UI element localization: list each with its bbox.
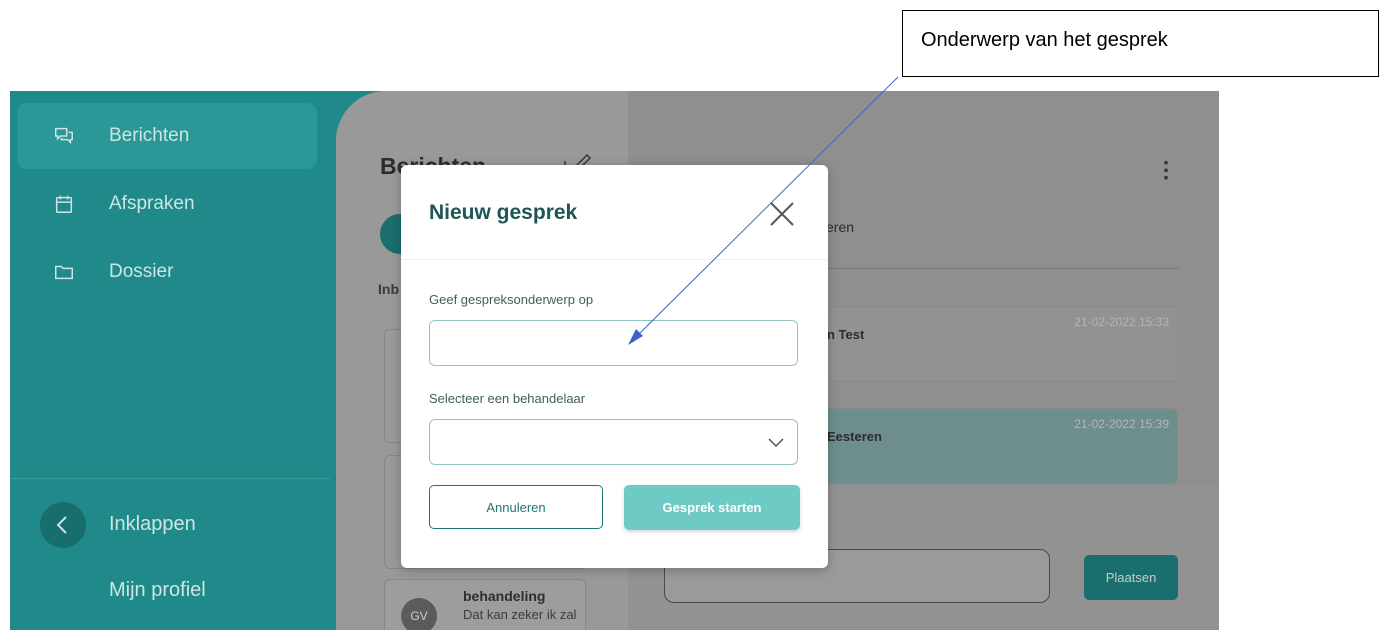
sidebar-divider [10, 478, 330, 479]
message-time: 21-02-2022 15:33 [1074, 315, 1169, 329]
practitioner-label: Selecteer een behandelaar [429, 391, 586, 406]
list-item-title: behandeling [463, 588, 546, 604]
collapse-button[interactable] [40, 502, 86, 548]
subject-input[interactable] [430, 321, 797, 365]
practitioner-select[interactable] [429, 419, 798, 465]
list-item-snippet: Dat kan zeker ik zal [463, 607, 577, 622]
annotation-callout: Onderwerp van het gesprek [902, 10, 1379, 77]
subject-label: Geef gespreksonderwerp op [429, 292, 594, 307]
divider [401, 259, 828, 260]
post-button[interactable]: Plaatsen [1084, 555, 1178, 600]
avatar: GV [401, 598, 437, 630]
chevron-down-icon [768, 438, 784, 448]
sidebar-item-label: Dossier [109, 261, 174, 282]
chevron-left-icon [56, 516, 67, 534]
annotation-text: Onderwerp van het gesprek [921, 29, 1168, 51]
inbox-label: Inb [378, 281, 399, 297]
sidebar-item-afspraken[interactable]: Afspraken [17, 171, 317, 237]
collapse-label[interactable]: Inklappen [109, 513, 196, 536]
cancel-button[interactable]: Annuleren [429, 485, 603, 529]
calendar-icon [55, 195, 73, 213]
more-options-icon[interactable]: ⋮ [1155, 159, 1177, 181]
conversation-header: eren [826, 219, 855, 235]
new-conversation-dialog: Nieuw gesprek Geef gespreksonderwerp op … [401, 165, 828, 568]
subject-field[interactable] [429, 320, 798, 366]
sidebar-item-dossier[interactable]: Dossier [17, 239, 317, 305]
folder-icon [55, 265, 73, 280]
message-sender: n Test [827, 327, 865, 342]
sidebar-item-label: Berichten [109, 125, 190, 146]
chat-bubbles-icon [55, 127, 73, 145]
profile-link[interactable]: Mijn profiel [109, 579, 206, 602]
list-item[interactable]: GV behandeling Dat kan zeker ik zal [384, 579, 586, 630]
close-icon[interactable] [769, 201, 795, 227]
message-sender: Eesteren [827, 429, 882, 444]
message-time: 21-02-2022 15:39 [1074, 417, 1169, 431]
dialog-title: Nieuw gesprek [429, 201, 578, 224]
sidebar: Berichten Afspraken Dossier Inklappen Mi… [10, 91, 390, 630]
sidebar-item-label: Afspraken [109, 193, 195, 214]
sidebar-item-berichten[interactable]: Berichten [17, 103, 317, 169]
start-conversation-button[interactable]: Gesprek starten [624, 485, 800, 530]
